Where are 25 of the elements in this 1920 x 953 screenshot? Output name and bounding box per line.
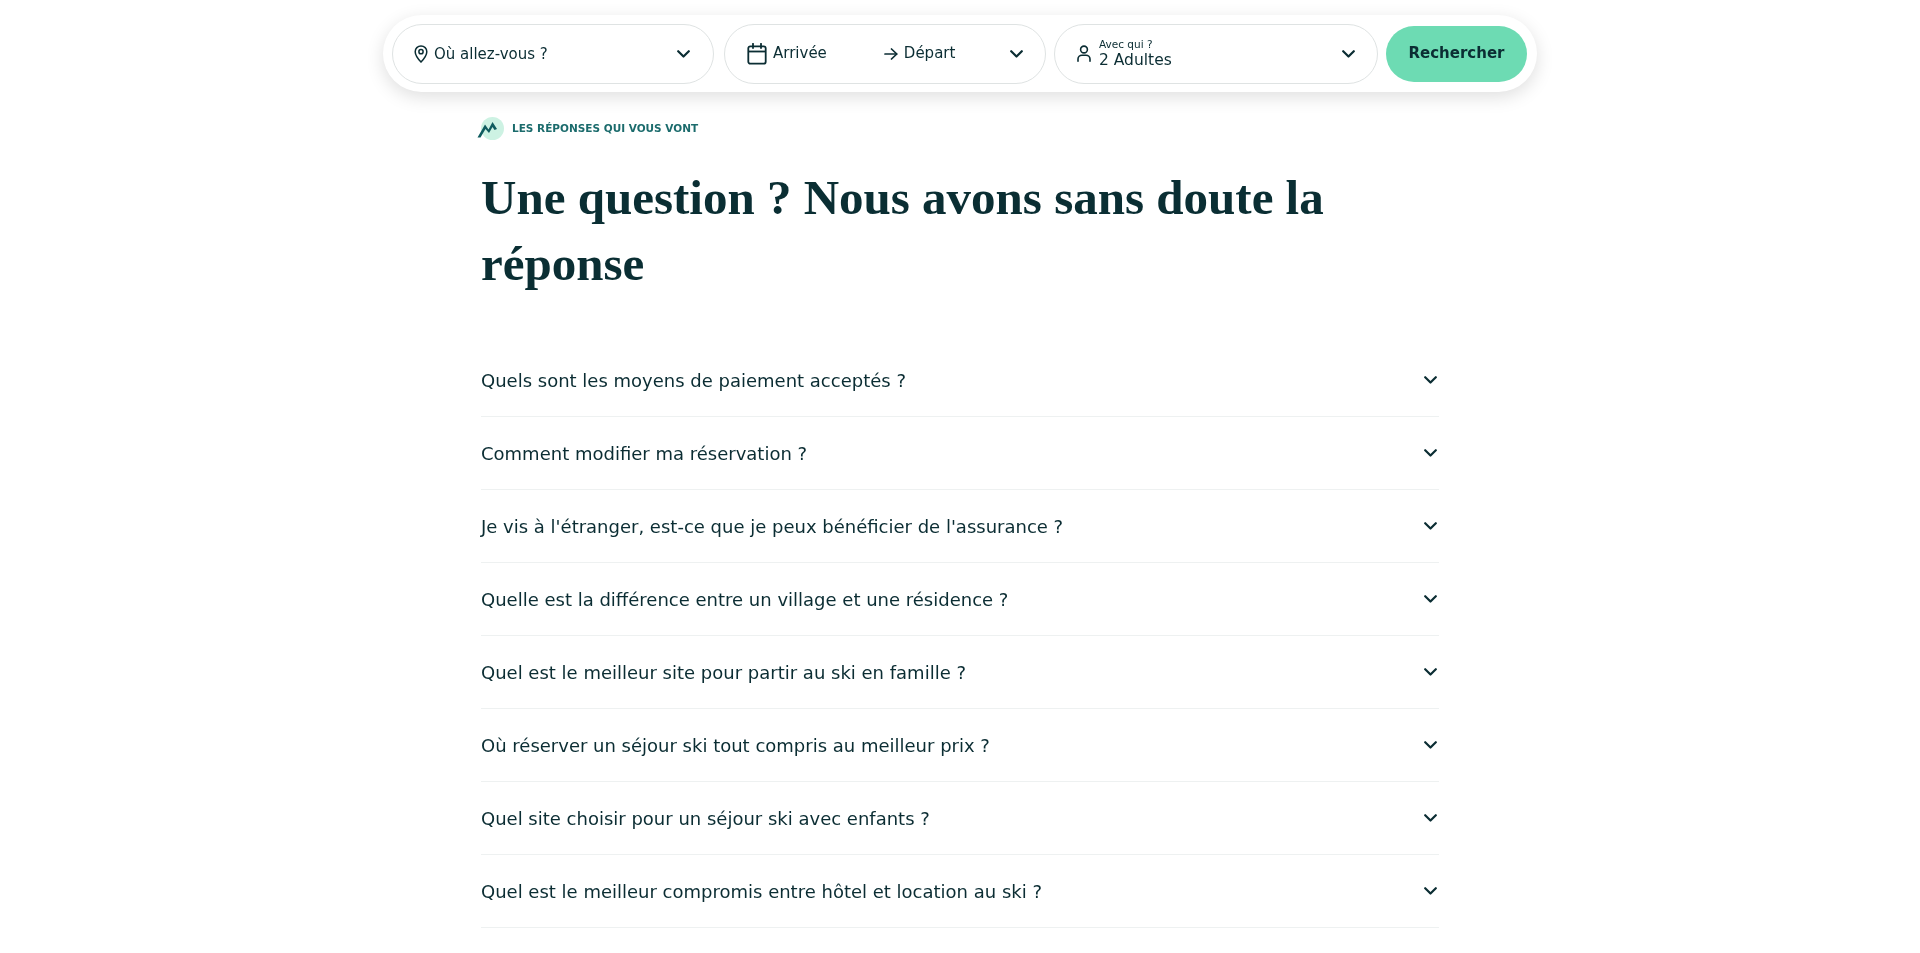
chevron-down-icon: [1010, 49, 1023, 58]
destination-field[interactable]: Où allez-vous ?: [392, 23, 714, 84]
section-heading: Une question ? Nous avons sans doute la réponse: [481, 169, 1325, 293]
guests-field[interactable]: Avec qui ? 2 Adultes: [1054, 23, 1378, 84]
search-button[interactable]: Rechercher: [1386, 25, 1527, 82]
faq-question[interactable]: Où réserver un séjour ski tout compris au meilleur prix ?: [481, 709, 1439, 782]
faq-question[interactable]: Quelle est la différence entre un village et une résidence ?: [481, 563, 1439, 636]
faq-question[interactable]: Quel est le meilleur compromis entre hôtel et location au ski ?: [481, 855, 1439, 928]
chevron-down-icon: [1342, 49, 1355, 58]
mountain-logo-icon: [477, 117, 504, 140]
person-icon: [1077, 45, 1091, 62]
arrow-right-icon: [883, 47, 898, 60]
location-pin-icon: [414, 44, 428, 63]
guests-label: Avec qui ?: [1099, 37, 1153, 51]
faq-question[interactable]: Je vis à l'étranger, est-ce que je peux bénéficier de l'assurance ?: [481, 490, 1439, 563]
faq-question[interactable]: Quel est le meilleur site pour partir au ski en famille ?: [481, 636, 1439, 709]
guests-value: 2 Adultes: [1099, 50, 1172, 70]
faq-question[interactable]: Comment modifier ma réservation ?: [481, 417, 1439, 490]
calendar-icon: [747, 42, 767, 65]
section-eyebrow: LES RÉPONSES QUI VOUS VONT: [512, 120, 699, 136]
arrival-date-button[interactable]: Arrivée: [747, 42, 827, 65]
faq-question[interactable]: Quel site choisir pour un séjour ski avec enfants ?: [481, 782, 1439, 855]
chevron-down-icon: [677, 49, 690, 58]
faq-question[interactable]: Quels sont les moyens de paiement acceptés ?: [481, 344, 1439, 417]
departure-date-button[interactable]: Départ: [883, 42, 956, 65]
